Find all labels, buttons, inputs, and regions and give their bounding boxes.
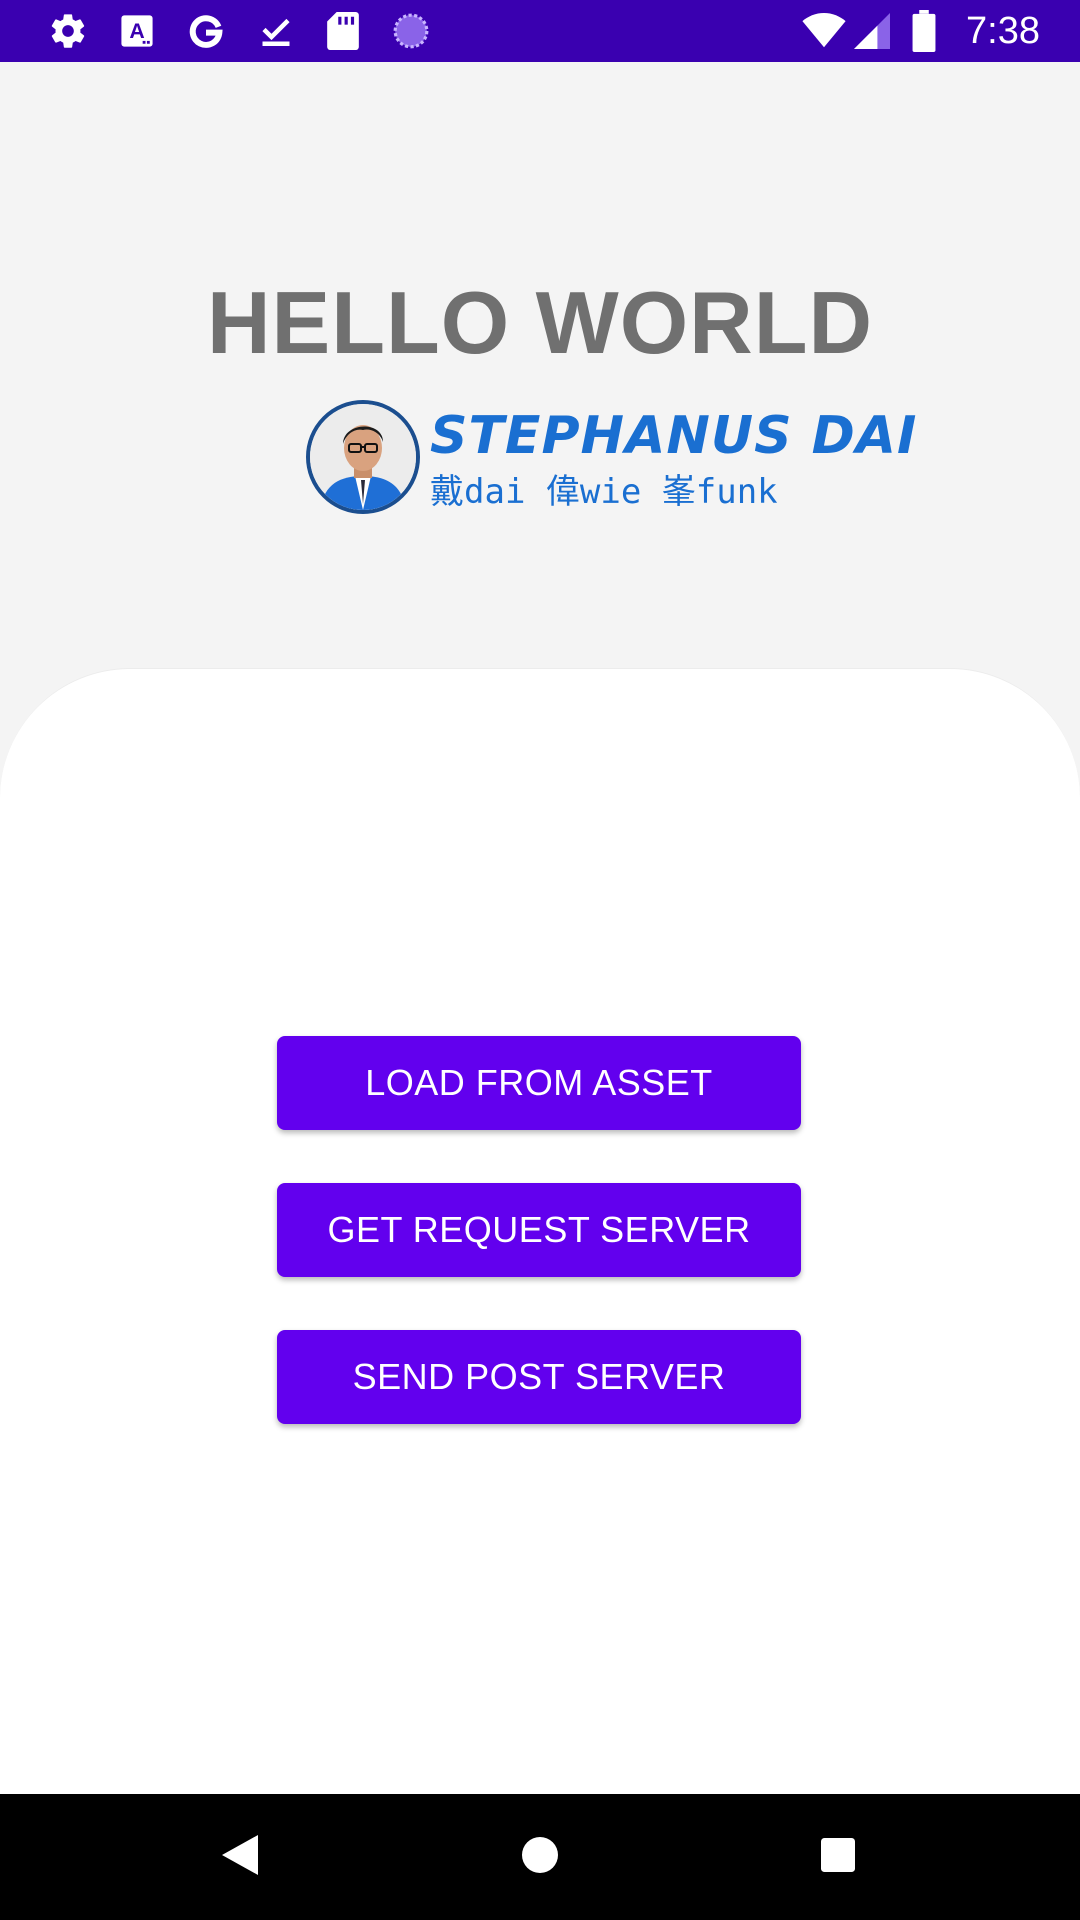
- svg-text:A: A: [129, 19, 144, 43]
- loading-circle-icon: [392, 12, 430, 50]
- status-left-icons: A: [48, 11, 462, 51]
- home-icon: [522, 1836, 558, 1878]
- status-bar: A 7:38: [0, 0, 1080, 62]
- load-from-asset-button[interactable]: LOAD FROM ASSET: [277, 1036, 801, 1130]
- send-post-server-button[interactable]: SEND POST SERVER: [277, 1330, 801, 1424]
- back-button[interactable]: [200, 1794, 280, 1920]
- back-icon: [222, 1834, 258, 1880]
- sd-card-icon: [326, 12, 360, 50]
- avatar: [306, 400, 420, 514]
- get-request-server-button[interactable]: GET REQUEST SERVER: [277, 1183, 801, 1277]
- home-button[interactable]: [500, 1794, 580, 1920]
- settings-icon: [48, 11, 88, 51]
- status-right-icons: 7:38: [780, 10, 1040, 53]
- logo-name: STEPHANUS DAI: [430, 406, 918, 466]
- brand-logo: STEPHANUS DAI 戴dai 偉wie 峯funk: [306, 398, 916, 516]
- navigation-bar: [0, 1794, 1080, 1920]
- cell-signal-icon: [854, 12, 891, 50]
- google-g-icon: [186, 11, 226, 51]
- status-time: 7:38: [966, 9, 1040, 52]
- download-done-icon: [258, 13, 294, 49]
- font-a-icon: A: [120, 14, 154, 48]
- logo-subtitle: 戴dai 偉wie 峯funk: [430, 472, 778, 512]
- recents-button[interactable]: [798, 1794, 878, 1920]
- recents-icon: [821, 1837, 855, 1877]
- wifi-icon: [802, 13, 846, 49]
- battery-icon: [912, 10, 936, 52]
- page-title: HELLO WORLD: [206, 273, 873, 372]
